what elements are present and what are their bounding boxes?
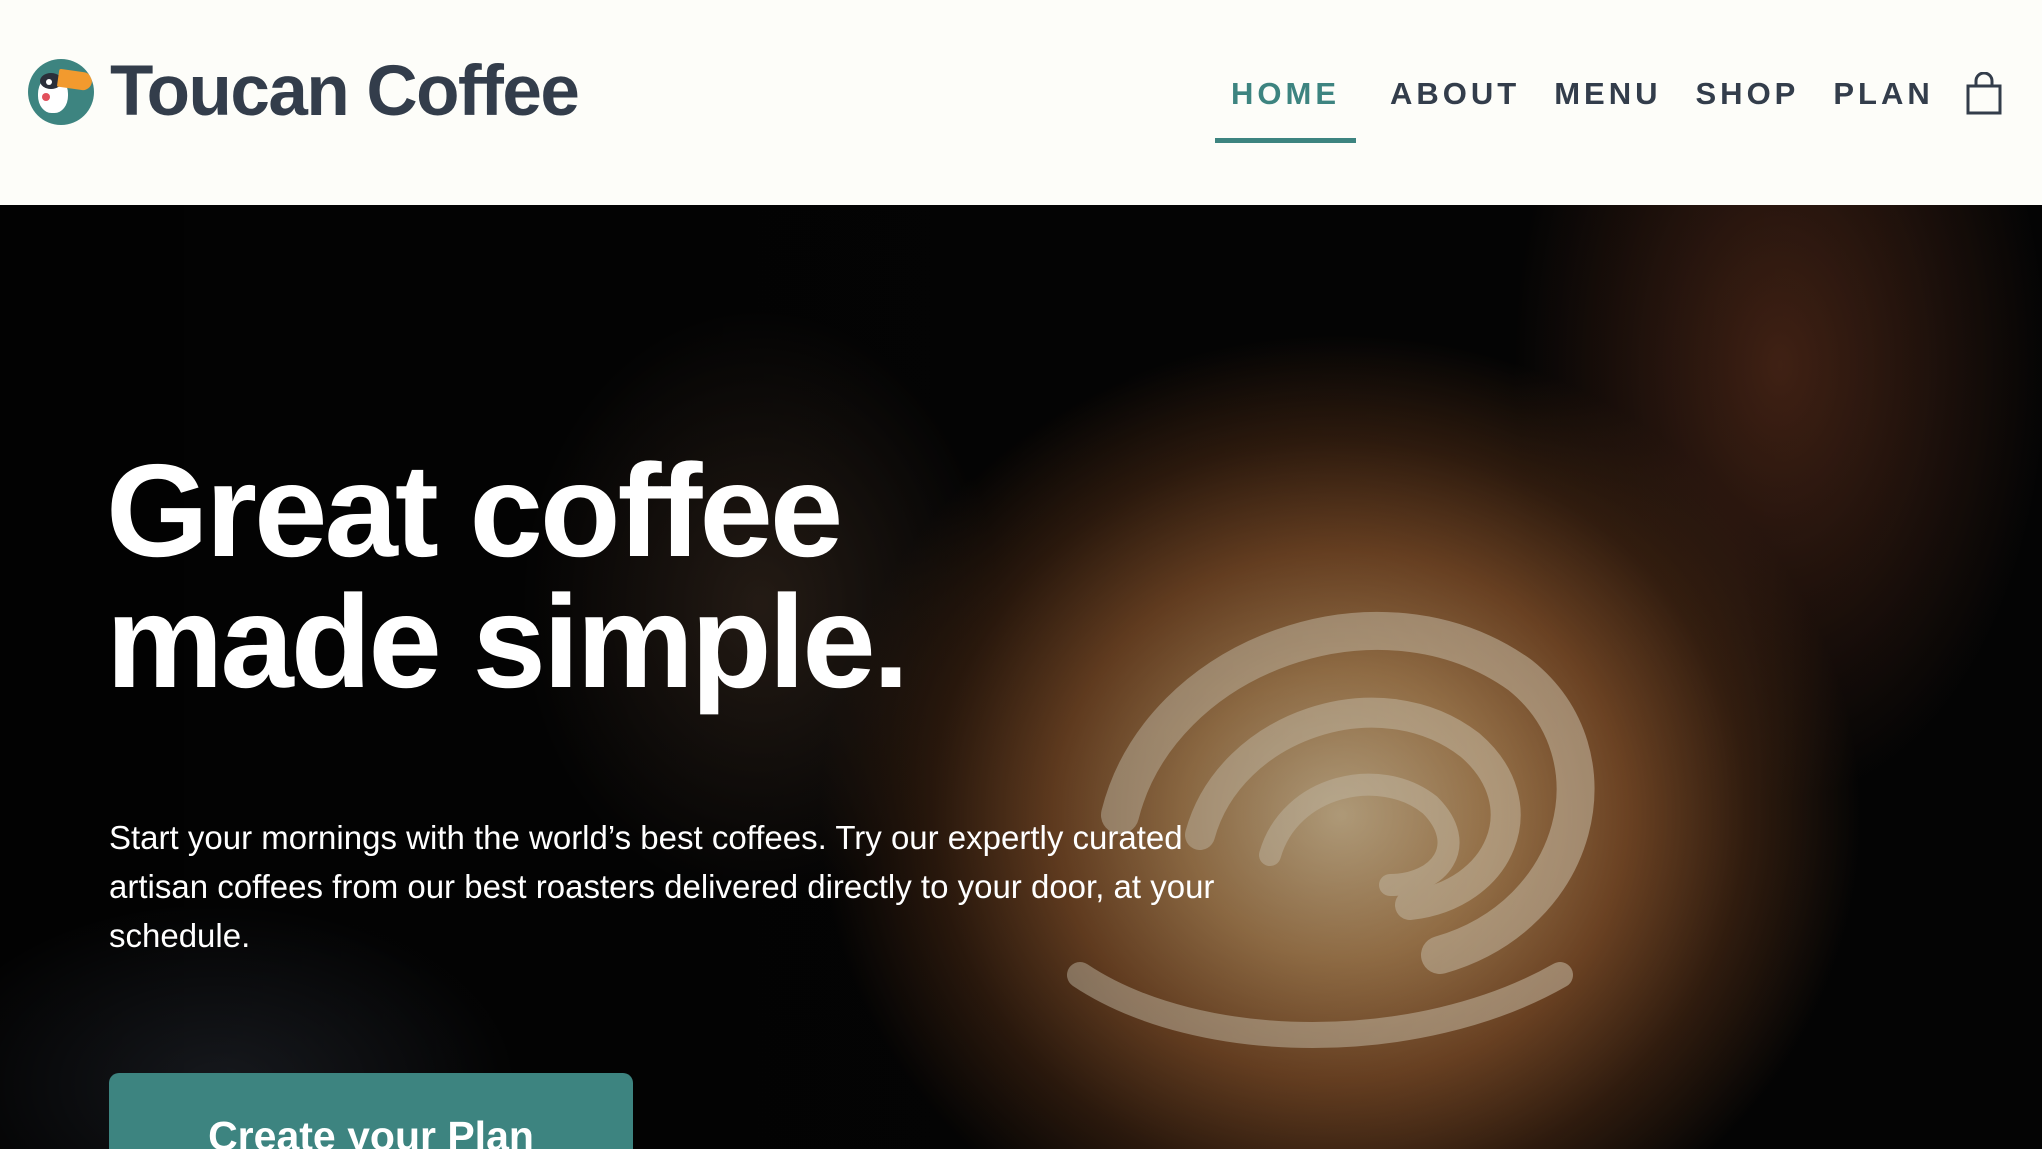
nav-item-home[interactable]: HOME — [1215, 76, 1356, 143]
nav-item-plan[interactable]: PLAN — [1833, 76, 1933, 112]
shopping-bag-icon[interactable] — [1964, 71, 2004, 116]
hero-headline: Great coffee made simple. — [106, 437, 909, 715]
nav-item-about[interactable]: ABOUT — [1390, 76, 1520, 112]
create-plan-button[interactable]: Create your Plan — [109, 1073, 633, 1149]
nav-item-menu[interactable]: MENU — [1554, 76, 1661, 112]
site-header: Toucan Coffee HOME ABOUT MENU SHOP PLAN — [0, 0, 2042, 205]
brand[interactable]: Toucan Coffee — [28, 52, 580, 131]
main-nav: HOME ABOUT MENU SHOP PLAN — [1215, 71, 2004, 143]
hero-subtext: Start your mornings with the world’s bes… — [109, 819, 1215, 954]
brand-name: Toucan Coffee — [110, 52, 580, 131]
toucan-logo-icon — [28, 58, 94, 125]
nav-item-shop[interactable]: SHOP — [1696, 76, 1800, 112]
hero-section: Great coffee made simple. Start your mor… — [0, 205, 2042, 1149]
